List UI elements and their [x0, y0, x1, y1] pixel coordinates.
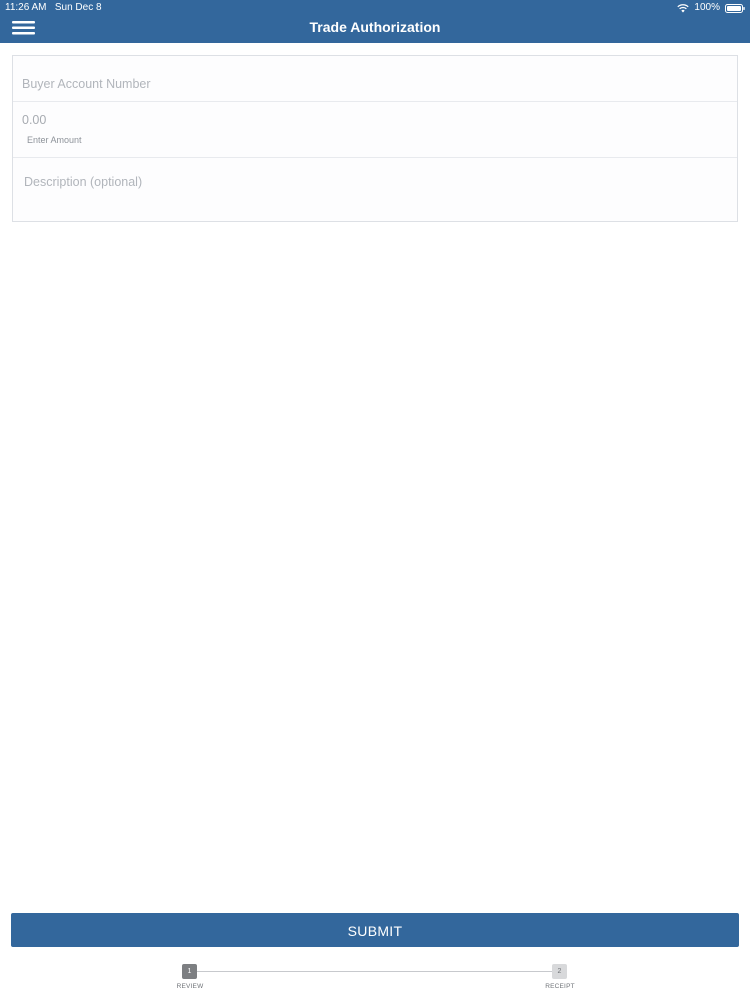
trade-form-card: 0.00 Enter Amount [12, 55, 738, 222]
amount-row[interactable]: 0.00 Enter Amount [13, 102, 737, 158]
battery-icon [725, 3, 745, 13]
description-input[interactable] [24, 173, 724, 191]
battery-percent: 100% [694, 2, 720, 13]
status-indicators: 100% [677, 2, 745, 14]
account-row [13, 56, 737, 102]
buyer-account-number-input[interactable] [22, 75, 722, 93]
top-app-bar: 11:26 AM Sun Dec 8 100% Trade Authorizat… [0, 0, 750, 43]
progress-stepper: 1 2 REVIEW RECEIPT [0, 962, 750, 1000]
wifi-icon [677, 4, 690, 13]
description-row [13, 158, 737, 221]
step-receipt-label: RECEIPT [545, 983, 575, 990]
amount-input[interactable]: 0.00 [22, 112, 46, 128]
step-receipt-number: 2 [552, 964, 567, 979]
amount-caption: Enter Amount [27, 135, 82, 145]
status-time-date: 11:26 AM Sun Dec 8 [5, 2, 102, 13]
page-title: Trade Authorization [309, 19, 441, 35]
step-review-number: 1 [182, 964, 197, 979]
submit-button[interactable]: SUBMIT [11, 913, 739, 947]
stepper-line [197, 971, 553, 972]
step-review-label: REVIEW [176, 983, 204, 990]
